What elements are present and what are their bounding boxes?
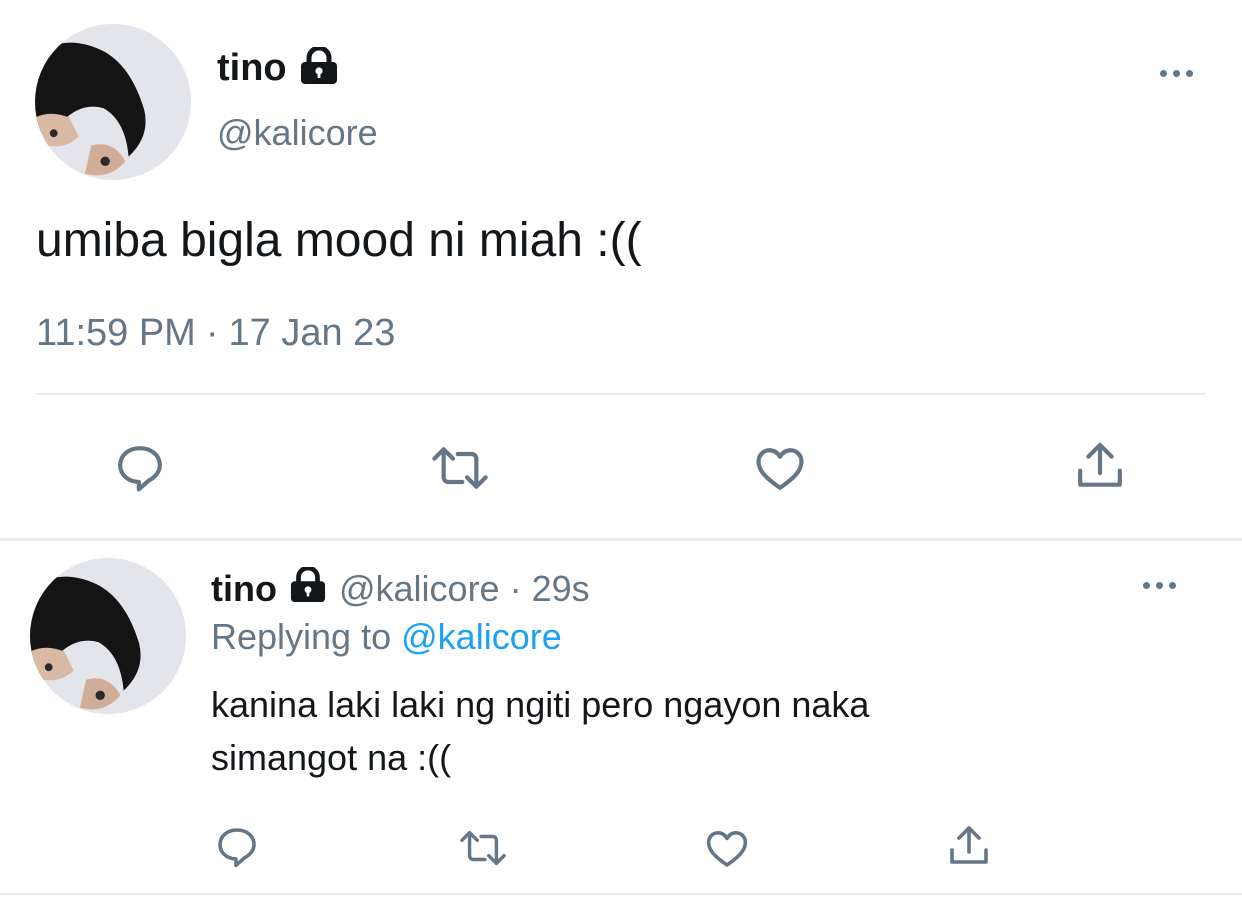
lock-icon: [297, 45, 341, 90]
more-icon[interactable]: [1160, 70, 1193, 77]
reply-like-button[interactable]: [702, 824, 752, 872]
like-icon: [706, 831, 748, 867]
reply-retweet-button[interactable]: [454, 825, 512, 871]
retweet-button[interactable]: [426, 440, 494, 496]
display-name[interactable]: tino: [217, 47, 287, 90]
meta-separator: ·: [205, 312, 219, 354]
reply-handle[interactable]: @kalicore: [339, 568, 500, 610]
reply-meta-separator: ·: [509, 568, 522, 609]
reply-icon: [218, 828, 256, 868]
like-button[interactable]: [751, 440, 809, 496]
reply-text-line-1: kanina laki laki ng ngiti pero ngayon na…: [211, 684, 870, 725]
reply-share-button[interactable]: [945, 822, 993, 870]
retweet-icon: [460, 830, 506, 866]
replying-to-handle[interactable]: @kalicore: [401, 616, 562, 657]
reply-text-line-2: simangot na :((: [211, 737, 452, 778]
reply-avatar[interactable]: [30, 558, 186, 714]
reply-display-name[interactable]: tino: [211, 568, 277, 610]
share-icon: [1078, 442, 1122, 487]
replying-to-label: Replying to: [211, 616, 392, 657]
reply-more-icon[interactable]: [1143, 582, 1176, 589]
avatar-image: [35, 24, 191, 180]
lock-icon: [287, 565, 329, 612]
avatar-image: [30, 558, 186, 714]
user-handle[interactable]: @kalicore: [217, 112, 378, 154]
share-icon: [950, 826, 988, 864]
avatar[interactable]: [35, 24, 191, 180]
reply-icon: [118, 446, 162, 492]
section-divider: [0, 538, 1242, 541]
bottom-divider: [0, 893, 1242, 895]
tweet-time[interactable]: 11:59 PM: [36, 312, 196, 355]
retweet-icon: [432, 447, 488, 489]
tweet-date[interactable]: 17 Jan 23: [229, 312, 396, 355]
reply-reply-button[interactable]: [213, 823, 261, 871]
share-button[interactable]: [1072, 438, 1128, 494]
reply-age[interactable]: 29s: [532, 568, 590, 610]
like-icon: [756, 448, 804, 490]
tweet-text: umiba bigla mood ni miah :((: [36, 214, 642, 267]
reply-button[interactable]: [112, 440, 168, 496]
divider: [36, 393, 1206, 395]
